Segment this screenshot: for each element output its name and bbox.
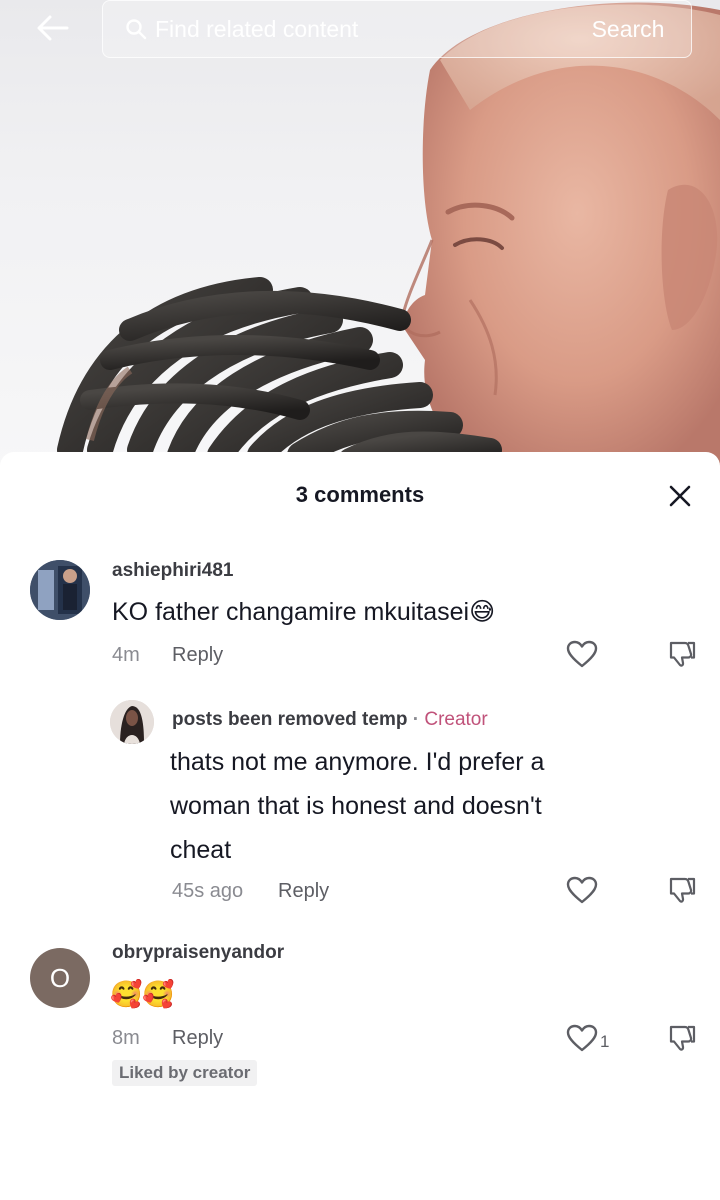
thumbs-down-icon [669,1025,696,1051]
comment-username[interactable]: ashiephiri481 [112,560,233,582]
comments-sheet: 3 comments ashiephiri481 KO father chang… [0,452,720,1200]
comment-time: 45s ago [172,880,244,902]
avatar[interactable] [30,560,90,620]
like-button[interactable] [562,872,602,908]
dislike-button[interactable] [662,1020,702,1056]
close-icon [669,485,691,507]
comment-text: KO father changamire mkuitasei😅 [112,590,495,634]
thumbs-down-icon [669,877,696,903]
creator-username[interactable]: posts been removed temp [172,709,407,730]
like-count: 1 [600,1032,610,1051]
comment-text-content: KO father changamire mkuitasei [112,598,470,626]
avatar[interactable]: O [30,948,90,1008]
comment-text-line: cheat [170,836,232,864]
separator-dot: · [412,709,420,730]
comment-username[interactable]: obrypraisenyandor [112,942,284,964]
liked-by-creator-badge: Liked by creator [112,1060,258,1086]
comment-time: 4m [112,644,140,666]
heart-icon [566,640,598,668]
comment-emoji: 🥰🥰 [110,979,175,1009]
thumbs-down-icon [669,641,696,667]
search-icon [125,17,149,41]
close-button[interactable] [660,476,700,516]
comment-text-line: woman that is honest and doesn't [170,792,542,820]
like-button[interactable] [562,1020,602,1056]
comments-count-title: 3 comments [295,482,425,507]
reply-button[interactable]: Reply [172,1027,223,1050]
heart-icon [566,876,598,904]
dislike-button[interactable] [662,636,702,672]
back-arrow-icon [37,15,69,41]
comment-username: posts been removed temp · Creator [172,709,488,731]
reply-button[interactable]: Reply [172,644,223,667]
reply-button[interactable]: Reply [278,880,329,903]
dislike-button[interactable] [662,872,702,908]
like-button[interactable] [562,636,602,672]
comment-text-line: thats not me anymore. I'd prefer a [170,748,545,776]
search-button[interactable]: Search [573,9,683,49]
video-preview[interactable] [0,0,720,470]
emoji: 😅 [469,598,496,626]
avatar[interactable] [110,700,154,744]
creator-tag: Creator [424,709,488,730]
avatar-photo-icon [110,700,154,744]
avatar-letter: O [49,962,71,993]
video-frame-image [57,2,720,470]
search-bar[interactable]: Search [102,0,692,58]
back-button[interactable] [30,8,76,48]
heart-icon [566,1024,598,1052]
avatar-photo-icon [30,560,90,620]
search-input[interactable] [155,9,573,49]
comment-time: 8m [112,1027,140,1049]
